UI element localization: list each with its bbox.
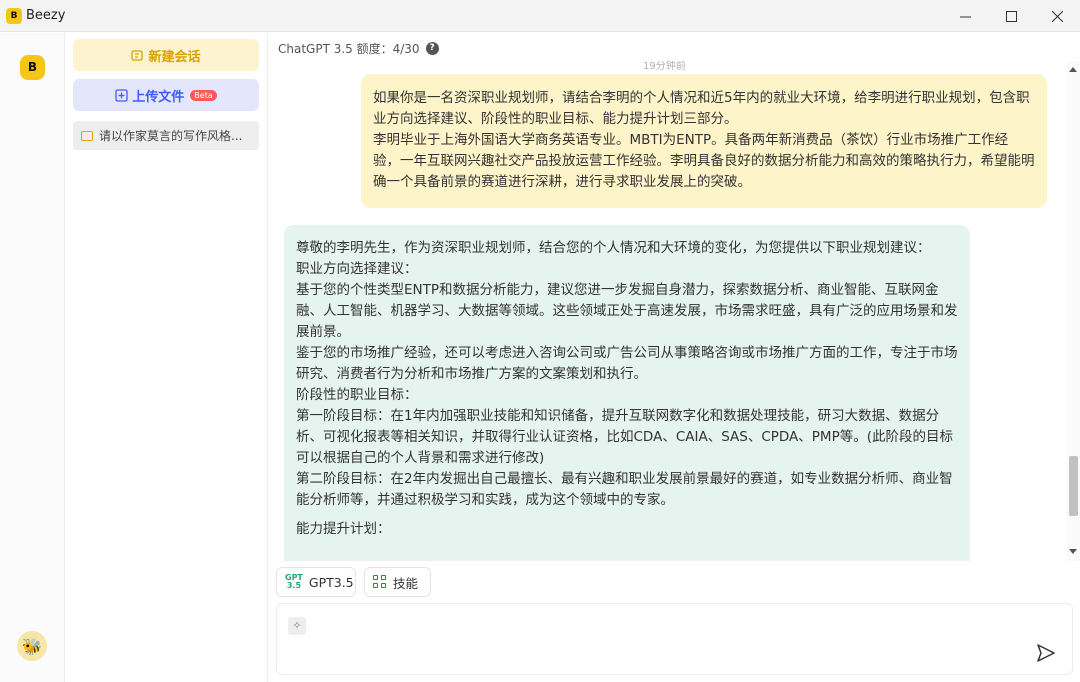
assistant-message-paragraph: 职业方向选择建议： bbox=[296, 261, 418, 277]
chat-area[interactable]: 19分钟前 如果你是一名资深职业规划师，请结合李明的个人情况和近5年内的就业大环… bbox=[269, 61, 1080, 561]
maximize-button[interactable] bbox=[988, 0, 1034, 32]
conversation-title: 请以作家莫言的写作风格... bbox=[99, 129, 243, 143]
maximize-icon bbox=[1005, 10, 1017, 22]
model-select-button[interactable]: GPT 3.5 GPT3.5 bbox=[276, 567, 356, 597]
chat-scrollbar[interactable] bbox=[1067, 61, 1080, 561]
grid-icon bbox=[373, 575, 387, 589]
skills-button[interactable]: 技能 bbox=[364, 567, 431, 597]
upload-file-label: 上传文件 bbox=[132, 89, 185, 105]
message-timestamp: 19分钟前 bbox=[643, 61, 686, 72]
user-message-paragraph: 如果你是一名资深职业规划师，请结合李明的个人情况和近5年内的就业大环境，给李明进… bbox=[373, 90, 1030, 127]
close-button[interactable] bbox=[1034, 0, 1080, 32]
chat-bubble-icon bbox=[81, 130, 93, 141]
scroll-up-arrow-icon[interactable] bbox=[1069, 67, 1077, 72]
new-chat-label: 新建会话 bbox=[148, 49, 201, 65]
assistant-message-paragraph: 基于您的个性类型ENTP和数据分析能力，建议您进一步发掘自身潜力，探索数据分析、… bbox=[296, 282, 958, 340]
magic-wand-icon[interactable]: ✧ bbox=[288, 617, 306, 635]
conversation-sidebar: 新建会话 上传文件 Beta 请以作家莫言的写作风格... bbox=[65, 33, 268, 682]
send-icon[interactable] bbox=[1035, 642, 1057, 664]
title-bar: B Beezy bbox=[0, 0, 1080, 32]
user-message-bubble: 如果你是一名资深职业规划师，请结合李明的个人情况和近5年内的就业大环境，给李明进… bbox=[361, 74, 1047, 208]
beta-badge: Beta bbox=[190, 89, 217, 101]
bee-avatar-icon[interactable]: 🐝 bbox=[17, 631, 47, 661]
upload-file-button[interactable]: 上传文件 Beta bbox=[73, 79, 259, 111]
new-chat-icon bbox=[131, 49, 144, 61]
model-label: GPT3.5 bbox=[308, 574, 354, 590]
minimize-icon bbox=[959, 16, 971, 17]
quota-text: ChatGPT 3.5 额度：4/30 bbox=[278, 42, 420, 56]
assistant-message-paragraph: 阶段性的职业目标： bbox=[296, 387, 418, 403]
window-title: Beezy bbox=[26, 8, 66, 23]
assistant-message-paragraph: 尊敬的李明先生，作为资深职业规划师，结合您的个人情况和大环境的变化，为您提供以下… bbox=[296, 240, 931, 256]
assistant-message-paragraph: 鉴于您的市场推广经验，还可以考虑进入咨询公司或广告公司从事策略咨询或市场推广方面… bbox=[296, 345, 958, 382]
beezy-logo-icon[interactable]: B bbox=[20, 55, 45, 80]
close-icon bbox=[1051, 10, 1063, 22]
minimize-button[interactable] bbox=[942, 0, 988, 32]
app-logo-icon: B bbox=[6, 8, 22, 24]
main-panel: ChatGPT 3.5 额度：4/30 ? 19分钟前 如果你是一名资深职业规划… bbox=[269, 33, 1080, 682]
quota-indicator: ChatGPT 3.5 额度：4/30 ? bbox=[278, 40, 439, 57]
scrollbar-thumb[interactable] bbox=[1069, 456, 1078, 516]
user-message-paragraph: 李明毕业于上海外国语大学商务英语专业。MBTI为ENTP。具备两年新消费品（茶饮… bbox=[373, 132, 1035, 190]
skills-label: 技能 bbox=[393, 575, 419, 591]
new-chat-button[interactable]: 新建会话 bbox=[73, 39, 259, 71]
gpt-model-icon: GPT 3.5 bbox=[285, 573, 303, 590]
left-rail: B 🐝 bbox=[0, 33, 65, 682]
upload-icon bbox=[115, 88, 128, 102]
message-input[interactable]: ✧ bbox=[276, 603, 1073, 675]
assistant-message-paragraph: 第一阶段目标：在1年内加强职业技能和知识储备，提升互联网数字化和数据处理技能，研… bbox=[296, 408, 953, 466]
assistant-message-bubble: 尊敬的李明先生，作为资深职业规划师，结合您的个人情况和大环境的变化，为您提供以下… bbox=[284, 225, 970, 561]
assistant-message-paragraph: 能力提升计划： bbox=[296, 521, 391, 537]
conversation-item[interactable]: 请以作家莫言的写作风格... bbox=[73, 121, 259, 150]
scroll-down-arrow-icon[interactable] bbox=[1069, 549, 1077, 554]
assistant-message-paragraph: 第二阶段目标：在2年内发掘出自己最擅长、最有兴趣和职业发展前景最好的赛道，如专业… bbox=[296, 471, 953, 508]
input-toolbar: GPT 3.5 GPT3.5 技能 bbox=[269, 561, 1080, 601]
help-icon[interactable]: ? bbox=[425, 42, 439, 55]
